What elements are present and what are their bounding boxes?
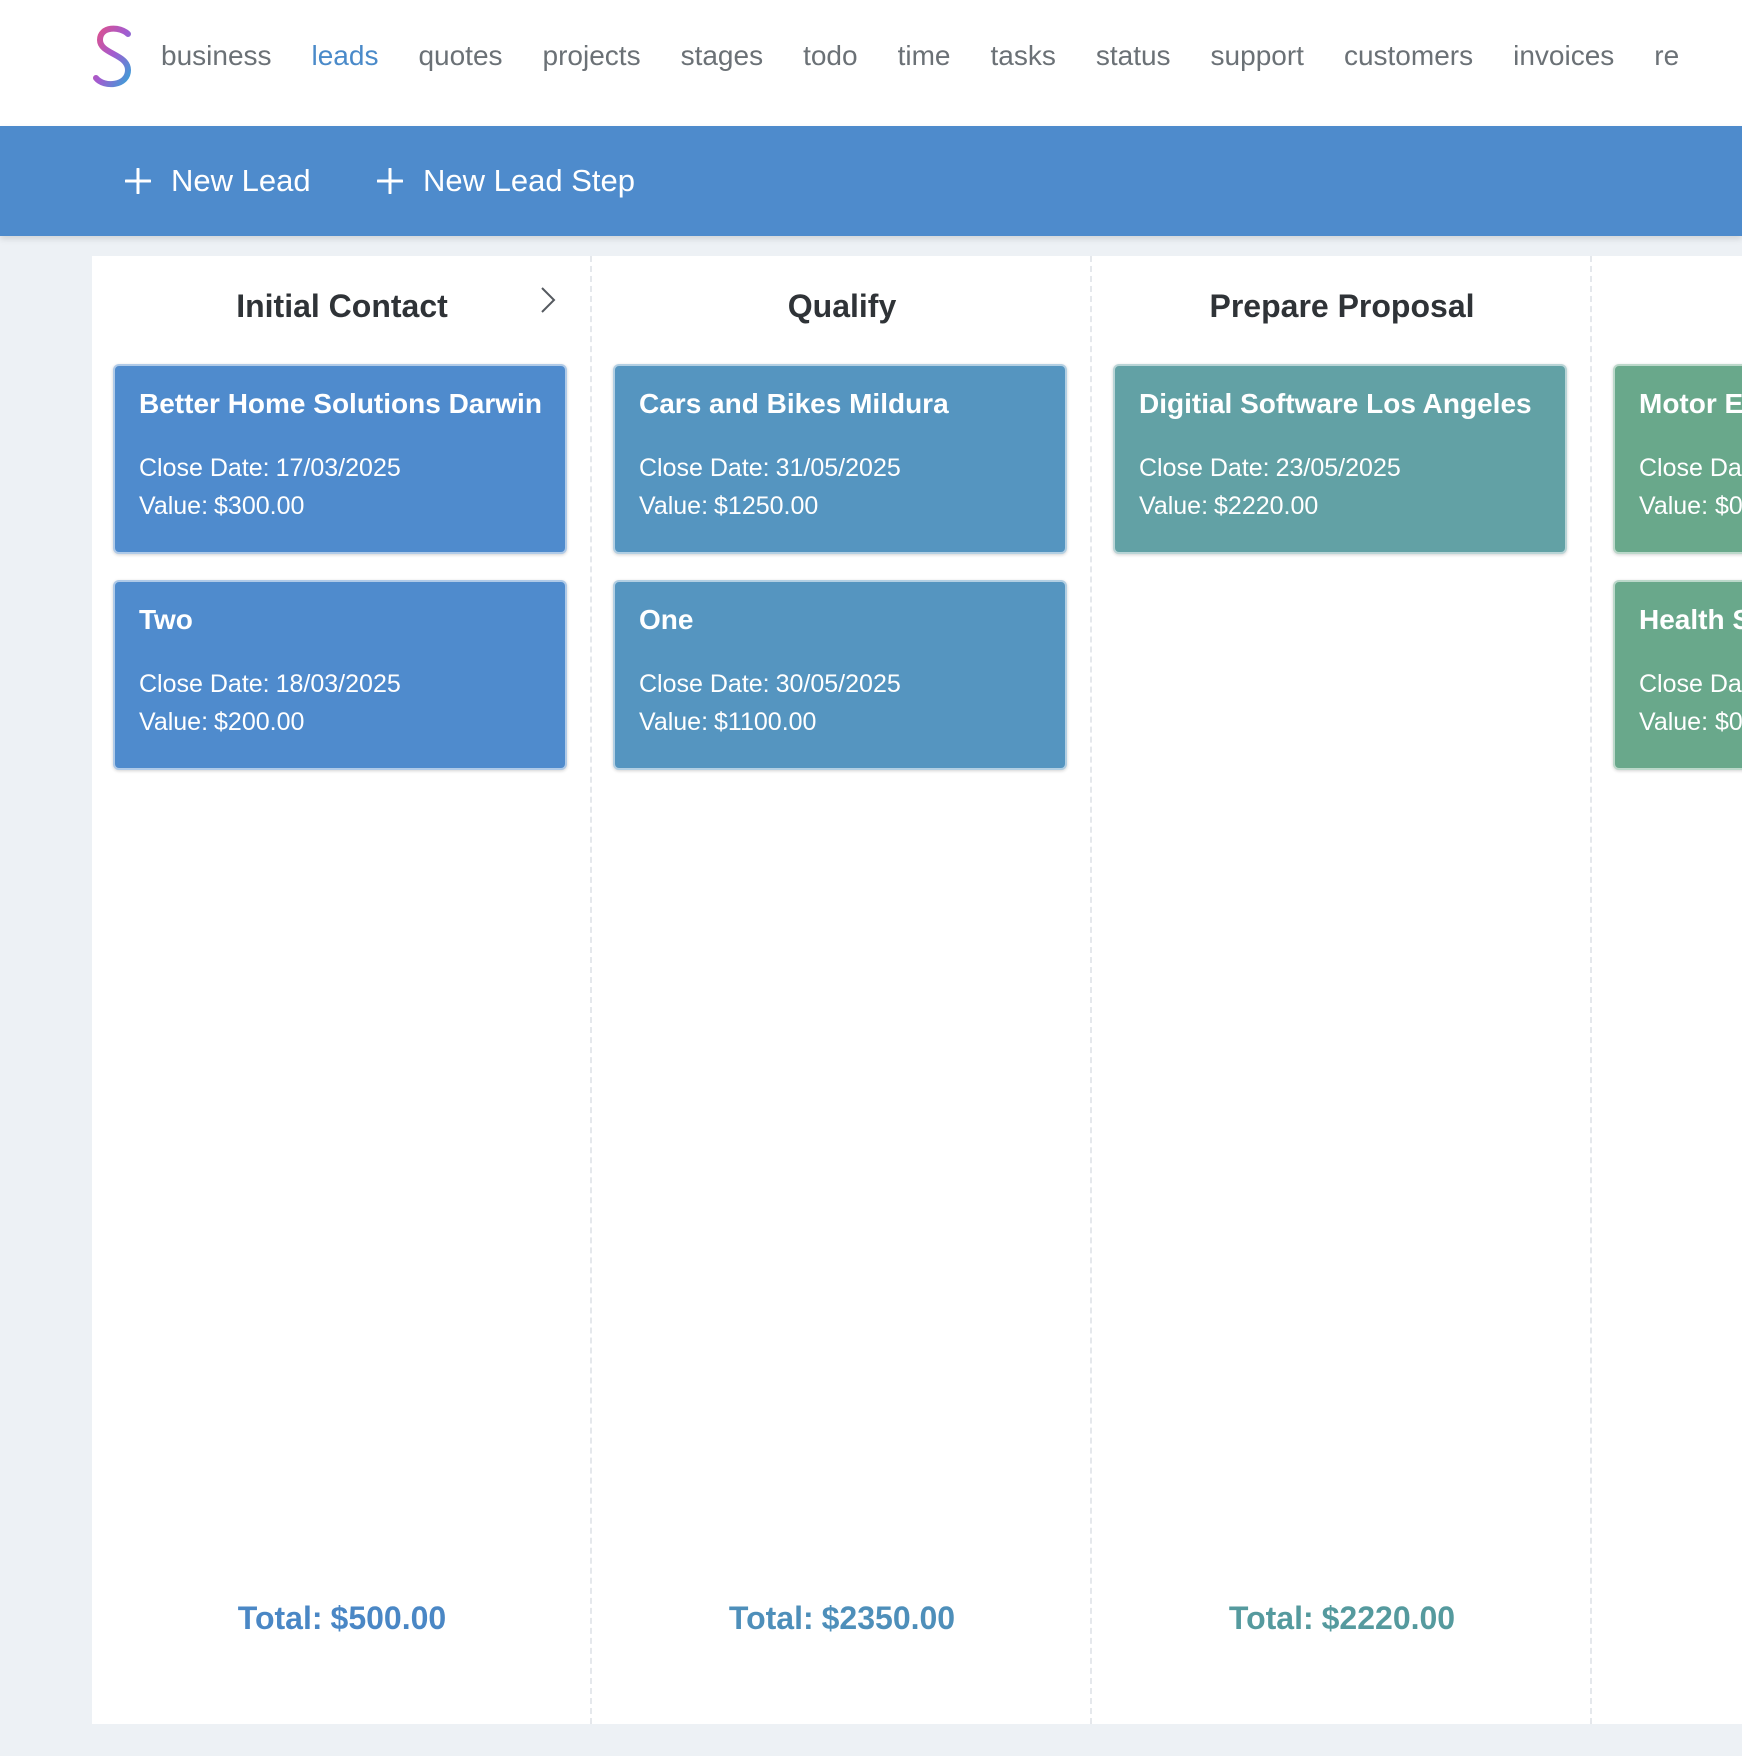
nav-item-todo[interactable]: todo [803,40,858,72]
value-line: Value: $1100.00 [639,708,816,737]
new-lead-button[interactable]: New Lead [125,126,311,236]
column-title: Prop [1592,288,1742,325]
total-value: $2350.00 [821,1600,956,1636]
new-lead-label: New Lead [171,163,311,198]
total-value: $500.00 [330,1600,447,1636]
close-date-label: Close Date: [139,454,270,482]
lead-card[interactable]: Motor Er Close Dat Value: $0 [1613,364,1742,554]
close-date-line: Close Dat [1639,670,1742,699]
lead-board: Initial Contact Better Home Solutions Dar… [92,256,1742,1724]
close-date-value: 18/03/2025 [275,670,401,698]
close-date-label: Close Date: [639,454,770,482]
lead-card[interactable]: Digitial Software Los Angeles Close Date:… [1113,364,1567,554]
nav-item-leads[interactable]: leads [312,40,379,72]
board-column: Prepare Proposal Digitial Software Los An… [1092,256,1592,1724]
nav-item-support[interactable]: support [1211,40,1304,72]
nav-item-re[interactable]: re [1654,40,1679,72]
value-label: Value: [639,708,709,736]
lead-card[interactable]: Health S Close Dat Value: $0 [1613,580,1742,770]
value-label: Value: [639,492,709,520]
lead-value: $1250.00 [714,492,819,520]
close-date-label: Close Dat [1639,670,1742,698]
close-date-value: 31/05/2025 [775,454,901,482]
value-line: Value: $2220.00 [1139,492,1318,521]
new-lead-step-button[interactable]: New Lead Step [377,126,635,236]
lead-title: One [639,604,694,635]
nav-menu: business leads quotes projects stages todo tim… [161,0,1719,112]
lead-value: $1100.00 [714,708,817,736]
close-date-value: 30/05/2025 [775,670,901,698]
chevron-right-icon[interactable] [534,284,562,316]
board-column: Qualify Cars and Bikes Mildura Close Date:… [592,256,1092,1724]
value-line: Value: $0 [1639,708,1742,737]
lead-card[interactable]: Cars and Bikes Mildura Close Date: 31/05/2… [613,364,1067,554]
value-line: Value: $0 [1639,492,1742,521]
close-date-label: Close Date: [139,670,270,698]
lead-value: $300.00 [214,492,305,520]
lead-value: $200.00 [214,708,305,736]
lead-card[interactable]: Two Close Date: 18/03/2025 Value: $200.00 [113,580,567,770]
value-line: Value: $1250.00 [639,492,818,521]
value-line: Value: $200.00 [139,708,304,737]
total-label: Total: [728,1600,814,1636]
lead-value: $2220.00 [1214,492,1319,520]
lead-title: Better Home Solutions Darwin [139,388,542,419]
close-date-value: 17/03/2025 [275,454,401,482]
nav-item-status[interactable]: status [1096,40,1171,72]
close-date-line: Close Date: 18/03/2025 [139,670,401,699]
column-total: Total: $500.00 [92,1600,592,1637]
action-bar: New Lead New Lead Step [0,126,1742,236]
nav-item-quotes[interactable]: quotes [418,40,502,72]
total-label: Total: [1228,1600,1314,1636]
lead-title: Motor Er [1639,388,1742,419]
close-date-line: Close Date: 30/05/2025 [639,670,901,699]
value-label: Value: [139,492,209,520]
value-line: Value: $300.00 [139,492,304,521]
value-label: Value: [139,708,209,736]
close-date-line: Close Date: 31/05/2025 [639,454,901,483]
close-date-value: 23/05/2025 [1275,454,1401,482]
top-navigation: business leads quotes projects stages todo tim… [0,0,1742,126]
nav-item-time[interactable]: time [898,40,951,72]
value-label: Value: $0 [1639,492,1742,520]
column-total: Total: $2220.00 [1092,1600,1592,1637]
nav-item-customers[interactable]: customers [1344,40,1473,72]
close-date-line: Close Date: 23/05/2025 [1139,454,1401,483]
column-title: Qualify [787,288,897,324]
lead-title: Digitial Software Los Angeles [1139,388,1532,419]
plus-icon [377,168,403,194]
column-total: Total: $2350.00 [592,1600,1092,1637]
lead-title: Health S [1639,604,1742,635]
total-value: $2220.00 [1321,1600,1456,1636]
column-title: Initial Contact [236,288,448,324]
nav-item-tasks[interactable]: tasks [990,40,1055,72]
column-total [1592,1600,1742,1637]
column-title: Prepare Proposal [1209,288,1475,324]
close-date-line: Close Date: 17/03/2025 [139,454,401,483]
close-date-line: Close Dat [1639,454,1742,483]
lead-title: Cars and Bikes Mildura [639,388,949,419]
plus-icon [125,168,151,194]
value-label: Value: [1139,492,1209,520]
nav-item-invoices[interactable]: invoices [1513,40,1614,72]
nav-item-stages[interactable]: stages [681,40,764,72]
close-date-label: Close Date: [639,670,770,698]
nav-item-business[interactable]: business [161,40,272,72]
lead-card[interactable]: Better Home Solutions Darwin Close Date: 1… [113,364,567,554]
app-logo[interactable] [88,22,140,92]
lead-card[interactable]: One Close Date: 30/05/2025 Value: $1100.00 [613,580,1067,770]
close-date-label: Close Dat [1639,454,1742,482]
total-label: Total: [237,1600,323,1636]
value-label: Value: $0 [1639,708,1742,736]
lead-title: Two [139,604,193,635]
new-lead-step-label: New Lead Step [423,163,635,198]
board-column: Initial Contact Better Home Solutions Dar… [92,256,592,1724]
close-date-label: Close Date: [1139,454,1270,482]
nav-item-projects[interactable]: projects [543,40,641,72]
board-column: Prop Motor Er Close Dat Value: $0 Health S Cl… [1592,256,1742,1724]
